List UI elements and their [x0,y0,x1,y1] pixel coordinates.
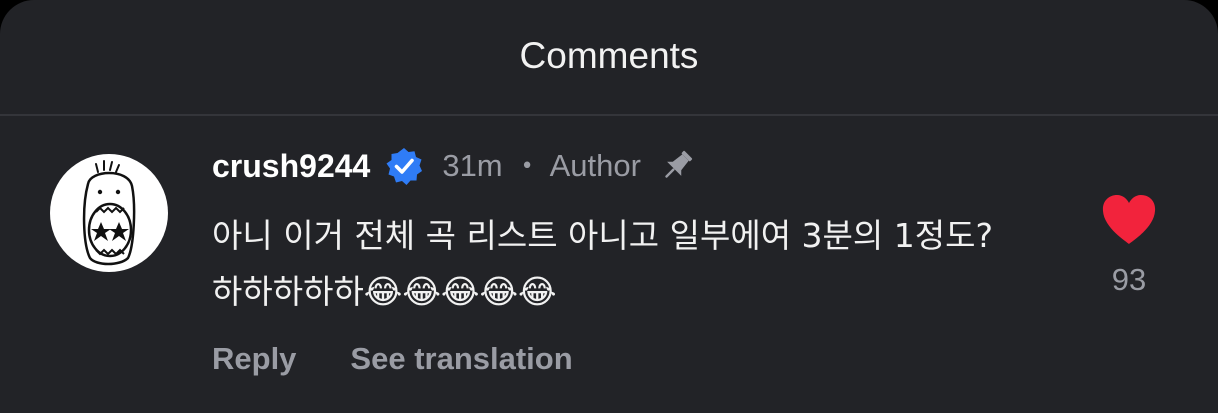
comment-meta: crush9244 31m • Author [212,143,697,189]
pin-icon [657,146,697,186]
comment-timestamp: 31m [442,148,503,183]
comment-actions: Reply See translation [212,336,573,382]
comment-username[interactable]: crush9244 [212,148,370,185]
author-badge: Author [549,148,641,183]
see-translation-button[interactable]: See translation [350,341,572,377]
comments-sheet: Comments crush9244 31m • Author 아니 이거 전체… [0,0,1218,413]
header-divider [0,114,1218,116]
comments-title: Comments [519,35,699,76]
like-button[interactable] [1100,192,1158,248]
comments-header: Comments [0,0,1218,114]
comment-body: 아니 이거 전체 곡 리스트 아니고 일부에여 3분의 1정도? 하하하하하😂😂… [212,216,993,311]
like-count: 93 [1111,262,1147,297]
heart-icon [1100,192,1158,248]
verified-badge-icon [384,146,424,186]
avatar[interactable] [50,154,168,272]
meta-separator: • [520,153,534,179]
reply-button[interactable]: Reply [212,341,296,377]
